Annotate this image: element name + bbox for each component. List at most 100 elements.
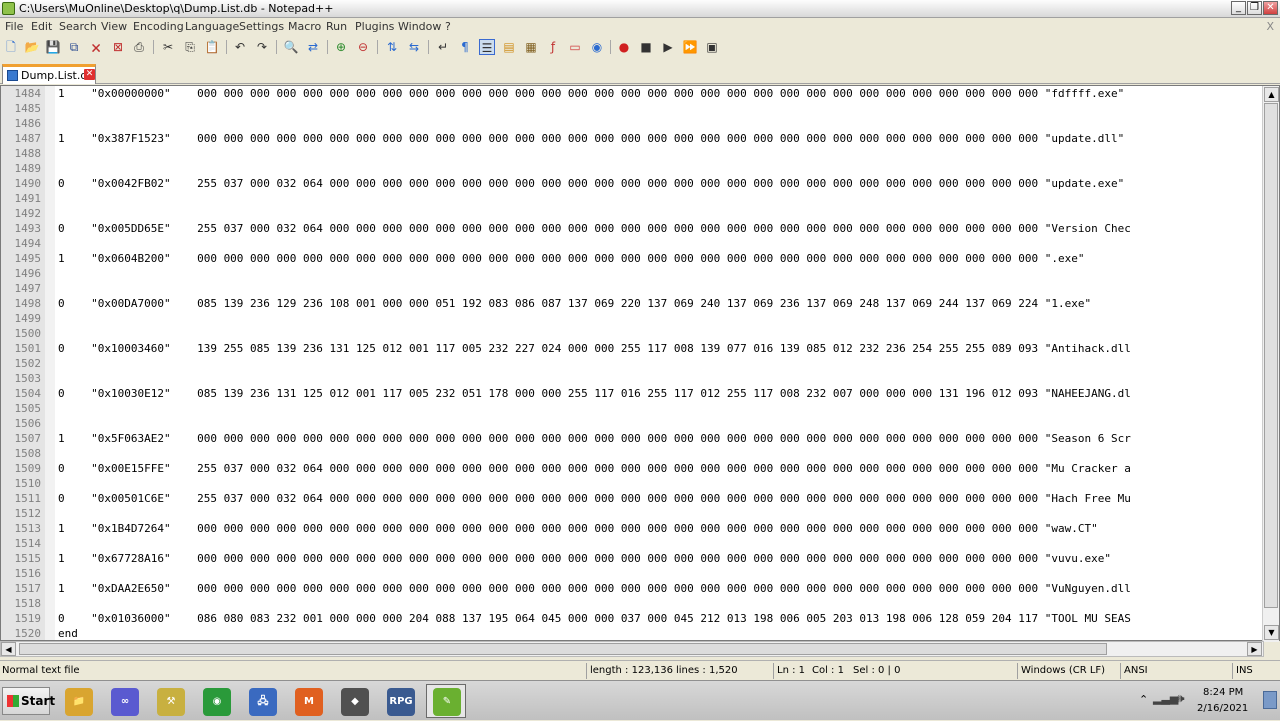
- scroll-left-icon[interactable]: ◀: [1, 642, 16, 656]
- close-button[interactable]: ✕: [1263, 1, 1278, 15]
- sync-vertical-icon[interactable]: ⇅: [384, 39, 400, 55]
- text-area[interactable]: 1484 1 "0x00000000" 000 000 000 000 000 0…: [1, 86, 1263, 641]
- menu-help[interactable]: ?: [445, 20, 451, 33]
- code-line[interactable]: 1 "0x00000000" 000 000 000 000 000 000 0…: [58, 86, 1124, 101]
- save-all-icon[interactable]: ⧉: [66, 39, 82, 55]
- code-line[interactable]: 0 "0x0042FB02" 255 037 000 032 064 000 0…: [58, 176, 1124, 191]
- line-number: 1512: [14, 507, 42, 520]
- link-icon: ∞: [111, 688, 139, 716]
- line-number: 1489: [14, 162, 42, 175]
- code-line[interactable]: 1 "0x387F1523" 000 000 000 000 000 000 0…: [58, 131, 1124, 146]
- tab-dump-list[interactable]: Dump.List.db ✕: [2, 64, 96, 84]
- length-status: length : 123,136: [590, 665, 673, 676]
- tab-close-icon[interactable]: ✕: [84, 69, 95, 80]
- menu-file[interactable]: File: [5, 20, 23, 33]
- menu-language[interactable]: Language: [185, 20, 239, 33]
- close-all-icon[interactable]: ⊠: [110, 39, 126, 55]
- cut-icon[interactable]: ✂: [160, 39, 176, 55]
- menu-macro[interactable]: Macro: [288, 20, 321, 33]
- save-macro-icon[interactable]: ▣: [704, 39, 720, 55]
- scroll-down-icon[interactable]: ▼: [1264, 625, 1279, 640]
- save-icon[interactable]: 💾: [45, 39, 61, 55]
- vertical-scroll-thumb[interactable]: [1264, 103, 1278, 608]
- menu-settings[interactable]: Settings: [239, 20, 284, 33]
- clock-date[interactable]: 2/16/2021: [1197, 703, 1248, 714]
- show-desktop-icon[interactable]: [1263, 691, 1277, 709]
- paste-icon[interactable]: 📋: [204, 39, 220, 55]
- doc-map-icon[interactable]: ▦: [523, 39, 539, 55]
- restore-button[interactable]: ❐: [1247, 1, 1262, 15]
- code-line[interactable]: 0 "0x10003460" 139 255 085 139 236 131 1…: [58, 341, 1131, 356]
- taskbar-cube[interactable]: ◆: [334, 684, 374, 718]
- horizontal-scroll-thumb[interactable]: [19, 643, 1107, 655]
- sync-horizontal-icon[interactable]: ⇆: [406, 39, 422, 55]
- code-line[interactable]: 1 "0x1B4D7264" 000 000 000 000 000 000 0…: [58, 521, 1098, 536]
- code-line[interactable]: 0 "0x10030E12" 085 139 236 131 125 012 0…: [58, 386, 1131, 401]
- editor-pane[interactable]: 1484 1 "0x00000000" 000 000 000 000 000 0…: [0, 85, 1280, 642]
- vertical-scrollbar[interactable]: ▲ ▼: [1262, 86, 1279, 642]
- stop-record-icon[interactable]: ■: [638, 39, 654, 55]
- menu-encoding[interactable]: Encoding: [133, 20, 184, 33]
- taskbar-link[interactable]: ∞: [104, 684, 144, 718]
- close-icon[interactable]: 🗙: [88, 39, 104, 55]
- replace-icon[interactable]: ⇄: [305, 39, 321, 55]
- code-line[interactable]: 0 "0x00E15FFE" 255 037 000 032 064 000 0…: [58, 461, 1131, 476]
- scroll-up-icon[interactable]: ▲: [1264, 87, 1279, 102]
- monitor-eye-icon[interactable]: ◉: [589, 39, 605, 55]
- folder-workspace-icon[interactable]: ▭: [567, 39, 583, 55]
- language-icon[interactable]: ▤: [501, 39, 517, 55]
- redo-icon[interactable]: ↷: [254, 39, 270, 55]
- line-number: 1516: [14, 567, 42, 580]
- menu-search[interactable]: Search: [59, 20, 97, 33]
- signal-icon[interactable]: ▂▃▅: [1153, 692, 1178, 705]
- taskbar-tools[interactable]: ⚒: [150, 684, 190, 718]
- scroll-right-icon[interactable]: ▶: [1247, 642, 1262, 656]
- word-wrap-icon[interactable]: ↵: [435, 39, 451, 55]
- menu-plugins[interactable]: Plugins: [355, 20, 394, 33]
- menu-run[interactable]: Run: [326, 20, 347, 33]
- code-line[interactable]: 0 "0x00DA7000" 085 139 236 129 236 108 0…: [58, 296, 1091, 311]
- code-line[interactable]: 1 "0x0604B200" 000 000 000 000 000 000 0…: [58, 251, 1085, 266]
- open-file-icon[interactable]: 📂: [24, 39, 40, 55]
- taskbar-notepad-pp[interactable]: ✎: [426, 684, 466, 718]
- minimize-button[interactable]: _: [1231, 1, 1246, 15]
- code-line[interactable]: 1 "0xDAA2E650" 000 000 000 000 000 000 0…: [58, 581, 1131, 596]
- close-doc-icon[interactable]: X: [1266, 20, 1274, 33]
- taskbar-rpg[interactable]: RPG: [380, 684, 420, 718]
- code-line[interactable]: 1 "0x67728A16" 000 000 000 000 000 000 0…: [58, 551, 1111, 566]
- taskbar-chrome[interactable]: ◉: [196, 684, 236, 718]
- menu-view[interactable]: View: [101, 20, 127, 33]
- code-line[interactable]: end: [58, 626, 78, 641]
- zoom-in-icon[interactable]: ⊕: [333, 39, 349, 55]
- taskbar-explorer[interactable]: 📁: [58, 684, 98, 718]
- line-number: 1503: [14, 372, 42, 385]
- zoom-out-icon[interactable]: ⊖: [355, 39, 371, 55]
- new-file-icon[interactable]: 🗋: [3, 39, 19, 55]
- clock-time[interactable]: 8:24 PM: [1203, 687, 1243, 698]
- indent-guide-icon[interactable]: ☰: [479, 39, 495, 55]
- encoding-status[interactable]: ANSI: [1124, 665, 1148, 676]
- menu-window[interactable]: Window: [398, 20, 441, 33]
- print-icon[interactable]: ⎙: [131, 39, 147, 55]
- record-macro-icon[interactable]: ●: [616, 39, 632, 55]
- line-number: 1486: [14, 117, 42, 130]
- find-icon[interactable]: 🔍: [283, 39, 299, 55]
- run-macro-multiple-icon[interactable]: ⏩: [682, 39, 698, 55]
- undo-icon[interactable]: ↶: [232, 39, 248, 55]
- code-line[interactable]: 0 "0x01036000" 086 080 083 232 001 000 0…: [58, 611, 1131, 626]
- tray-expand-icon[interactable]: ⌃: [1139, 693, 1148, 706]
- function-list-icon[interactable]: ƒ: [545, 39, 561, 55]
- code-line[interactable]: 0 "0x00501C6E" 255 037 000 032 064 000 0…: [58, 491, 1131, 506]
- horizontal-scrollbar[interactable]: ◀ ▶: [0, 641, 1264, 657]
- start-button[interactable]: Start: [2, 687, 55, 715]
- copy-icon[interactable]: ⎘: [182, 39, 198, 55]
- code-line[interactable]: 1 "0x5F063AE2" 000 000 000 000 000 000 0…: [58, 431, 1131, 446]
- taskbar-mu-client[interactable]: M: [288, 684, 328, 718]
- volume-icon[interactable]: 🕪: [1177, 691, 1185, 706]
- play-macro-icon[interactable]: ▶: [660, 39, 676, 55]
- show-all-chars-icon[interactable]: ¶: [457, 39, 473, 55]
- code-line[interactable]: 0 "0x005DD65E" 255 037 000 032 064 000 0…: [58, 221, 1131, 236]
- menu-edit[interactable]: Edit: [31, 20, 52, 33]
- eol-status[interactable]: Windows (CR LF): [1021, 665, 1105, 676]
- taskbar-network[interactable]: 🖧: [242, 684, 282, 718]
